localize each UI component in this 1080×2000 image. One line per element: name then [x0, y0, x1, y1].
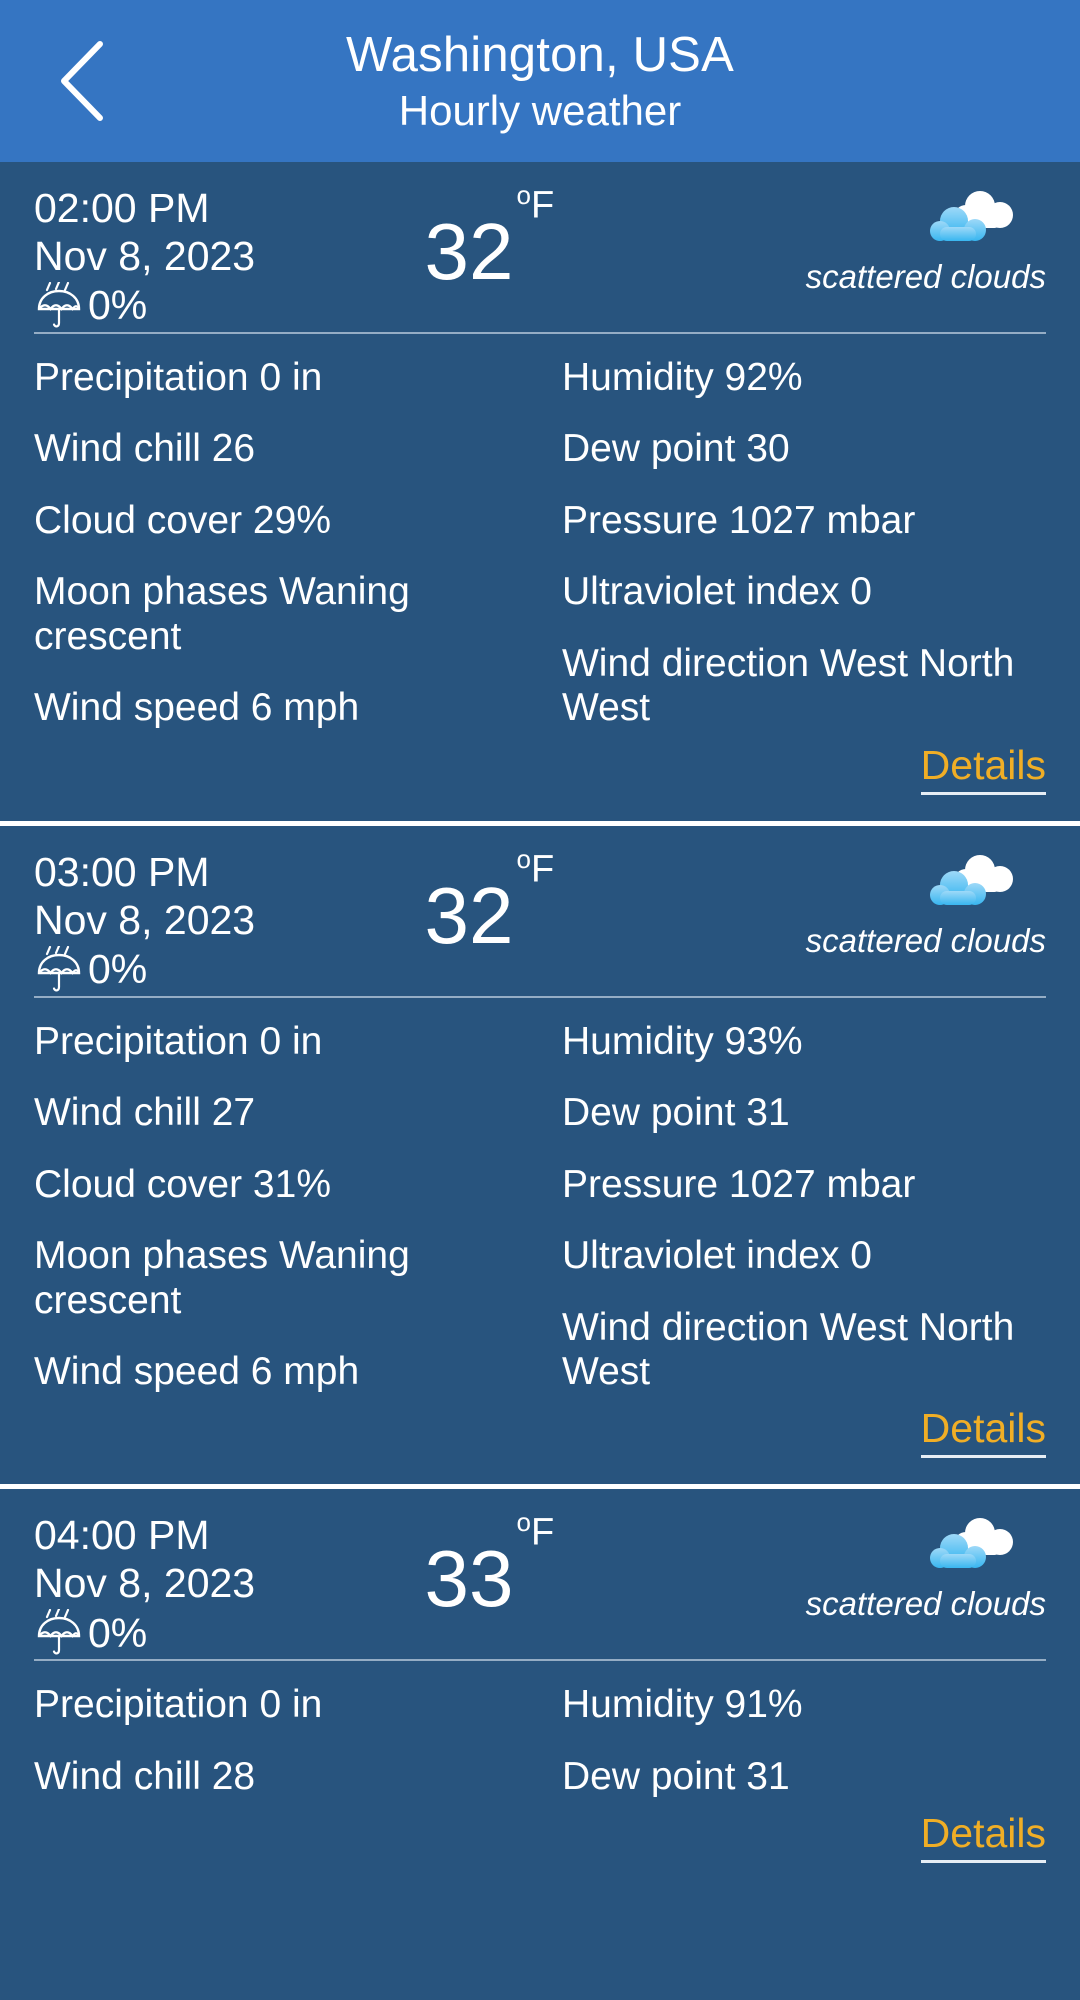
hourly-temperature-block: 32 oF — [419, 844, 723, 956]
precipitation-chance: 0% — [34, 944, 419, 994]
app-header: Washington, USA Hourly weather — [0, 0, 1080, 162]
detail-column-left: Precipitation 0 in Wind chill 27 Cloud cov… — [34, 1020, 540, 1395]
hourly-detail-grid: Precipitation 0 in Wind chill 26 Cloud cov… — [34, 334, 1046, 735]
detail-row: Wind speed 6 mph — [34, 686, 360, 730]
detail-row: Dew point 31 — [562, 1091, 790, 1135]
detail-column-right: Humidity 93% Dew point 31 Pressure 1027 mb… — [540, 1020, 1046, 1395]
hourly-detail-grid: Precipitation 0 in Wind chill 28 Humidity… — [34, 1661, 1046, 1803]
umbrella-rain-icon — [34, 944, 86, 994]
hourly-card-summary: 03:00 PM Nov 8, 2023 0% 32 oF scattered … — [34, 826, 1046, 992]
detail-row: Dew point 30 — [562, 427, 790, 471]
page-subtitle: Hourly weather — [398, 86, 682, 134]
detail-row: Wind chill 27 — [34, 1091, 256, 1135]
hourly-card[interactable]: 02:00 PM Nov 8, 2023 0% 32 oF scattered … — [0, 162, 1080, 821]
hourly-detail-grid: Precipitation 0 in Wind chill 27 Cloud cov… — [34, 998, 1046, 1399]
detail-row: Ultraviolet index 0 — [562, 570, 872, 614]
detail-column-left: Precipitation 0 in Wind chill 26 Cloud cov… — [34, 356, 540, 731]
temperature-value: 32 — [424, 870, 514, 960]
temperature-unit: oF — [517, 844, 555, 892]
hourly-time-block: 02:00 PM Nov 8, 2023 0% — [34, 185, 419, 330]
detail-row: Precipitation 0 in — [34, 1683, 323, 1727]
details-link[interactable]: Details — [920, 1813, 1046, 1864]
detail-row: Pressure 1027 mbar — [562, 498, 916, 542]
detail-row: Dew point 31 — [562, 1754, 790, 1798]
precipitation-chance: 0% — [34, 280, 419, 330]
umbrella-rain-icon — [34, 1608, 86, 1657]
detail-column-right: Humidity 91% Dew point 31 — [540, 1683, 1046, 1799]
precip-chance-value: 0% — [88, 1609, 148, 1656]
precip-chance-value: 0% — [88, 282, 148, 329]
unit-letter: F — [531, 848, 555, 891]
hourly-card-summary: 02:00 PM Nov 8, 2023 0% 32 oF scattered … — [34, 162, 1046, 328]
detail-row: Wind chill 26 — [34, 427, 256, 471]
detail-row: Wind speed 6 mph — [34, 1349, 360, 1393]
hourly-time-block: 04:00 PM Nov 8, 2023 0% — [34, 1513, 419, 1657]
unit-letter: F — [531, 184, 555, 227]
hour-time: 02:00 PM — [34, 185, 210, 231]
details-link[interactable]: Details — [920, 744, 1046, 795]
hourly-card-list: 02:00 PM Nov 8, 2023 0% 32 oF scattered … — [0, 162, 1080, 1890]
detail-row: Precipitation 0 in — [34, 356, 323, 399]
hourly-card[interactable]: 04:00 PM Nov 8, 2023 0% 33 oF scattered … — [0, 1484, 1080, 1890]
degree-symbol: o — [516, 1507, 532, 1538]
detail-row: Humidity 91% — [562, 1683, 803, 1727]
hourly-weather-screen: Washington, USA Hourly weather 02:00 PM … — [0, 0, 1080, 2000]
hourly-card-summary: 04:00 PM Nov 8, 2023 0% 33 oF scattered … — [34, 1489, 1046, 1655]
card-divider — [34, 995, 1046, 998]
scattered-clouds-icon — [922, 850, 1022, 914]
detail-row: Cloud cover 31% — [34, 1162, 331, 1206]
hour-time: 03:00 PM — [34, 848, 210, 895]
scattered-clouds-icon — [922, 186, 1022, 250]
card-divider — [34, 1659, 1046, 1662]
hour-date: Nov 8, 2023 — [34, 1560, 256, 1607]
detail-row: Moon phases Waning crescent — [34, 570, 410, 658]
hourly-temperature-block: 32 oF — [419, 180, 723, 292]
detail-column-left: Precipitation 0 in Wind chill 28 — [34, 1683, 540, 1799]
detail-row: Wind chill 28 — [34, 1754, 256, 1798]
page-title: Washington, USA — [346, 27, 734, 82]
scattered-clouds-icon — [922, 1513, 1022, 1577]
hourly-condition-block: scattered clouds — [722, 186, 1046, 296]
hourly-card[interactable]: 03:00 PM Nov 8, 2023 0% 32 oF scattered … — [0, 820, 1080, 1485]
temperature-unit: oF — [517, 1507, 555, 1555]
condition-description: scattered clouds — [805, 921, 1046, 959]
detail-row: Wind direction West North West — [562, 1305, 1015, 1393]
details-link-row: Details — [34, 1398, 1046, 1484]
condition-description: scattered clouds — [805, 258, 1046, 295]
back-button[interactable] — [34, 33, 130, 129]
detail-row: Precipitation 0 in — [34, 1019, 323, 1063]
details-link-row: Details — [34, 1803, 1046, 1889]
temperature-value: 32 — [424, 207, 514, 296]
hourly-time-block: 03:00 PM Nov 8, 2023 0% — [34, 848, 419, 994]
detail-row: Moon phases Waning crescent — [34, 1234, 410, 1322]
details-link-row: Details — [34, 735, 1046, 821]
card-divider — [34, 332, 1046, 334]
condition-description: scattered clouds — [805, 1585, 1046, 1623]
degree-symbol: o — [516, 843, 532, 874]
detail-row: Humidity 93% — [562, 1019, 803, 1063]
detail-row: Ultraviolet index 0 — [562, 1234, 872, 1278]
umbrella-rain-icon — [34, 280, 86, 330]
precip-chance-value: 0% — [88, 946, 148, 993]
detail-row: Cloud cover 29% — [34, 498, 331, 542]
detail-column-right: Humidity 92% Dew point 30 Pressure 1027 mb… — [540, 356, 1046, 731]
precipitation-chance: 0% — [34, 1608, 419, 1657]
temperature-unit: oF — [517, 180, 555, 228]
degree-symbol: o — [516, 180, 532, 210]
temperature-value: 33 — [424, 1534, 514, 1624]
hour-date: Nov 8, 2023 — [34, 896, 256, 943]
hourly-condition-block: scattered clouds — [722, 1513, 1046, 1623]
details-link[interactable]: Details — [920, 1408, 1046, 1459]
hour-time: 04:00 PM — [34, 1512, 210, 1559]
detail-row: Pressure 1027 mbar — [562, 1162, 916, 1206]
hourly-condition-block: scattered clouds — [722, 850, 1046, 960]
unit-letter: F — [531, 1512, 555, 1555]
detail-row: Wind direction West North West — [562, 641, 1015, 730]
chevron-left-icon — [54, 38, 110, 124]
hour-date: Nov 8, 2023 — [34, 232, 256, 279]
detail-row: Humidity 92% — [562, 356, 803, 399]
hourly-temperature-block: 33 oF — [419, 1507, 723, 1619]
header-titles: Washington, USA Hourly weather — [346, 27, 734, 134]
